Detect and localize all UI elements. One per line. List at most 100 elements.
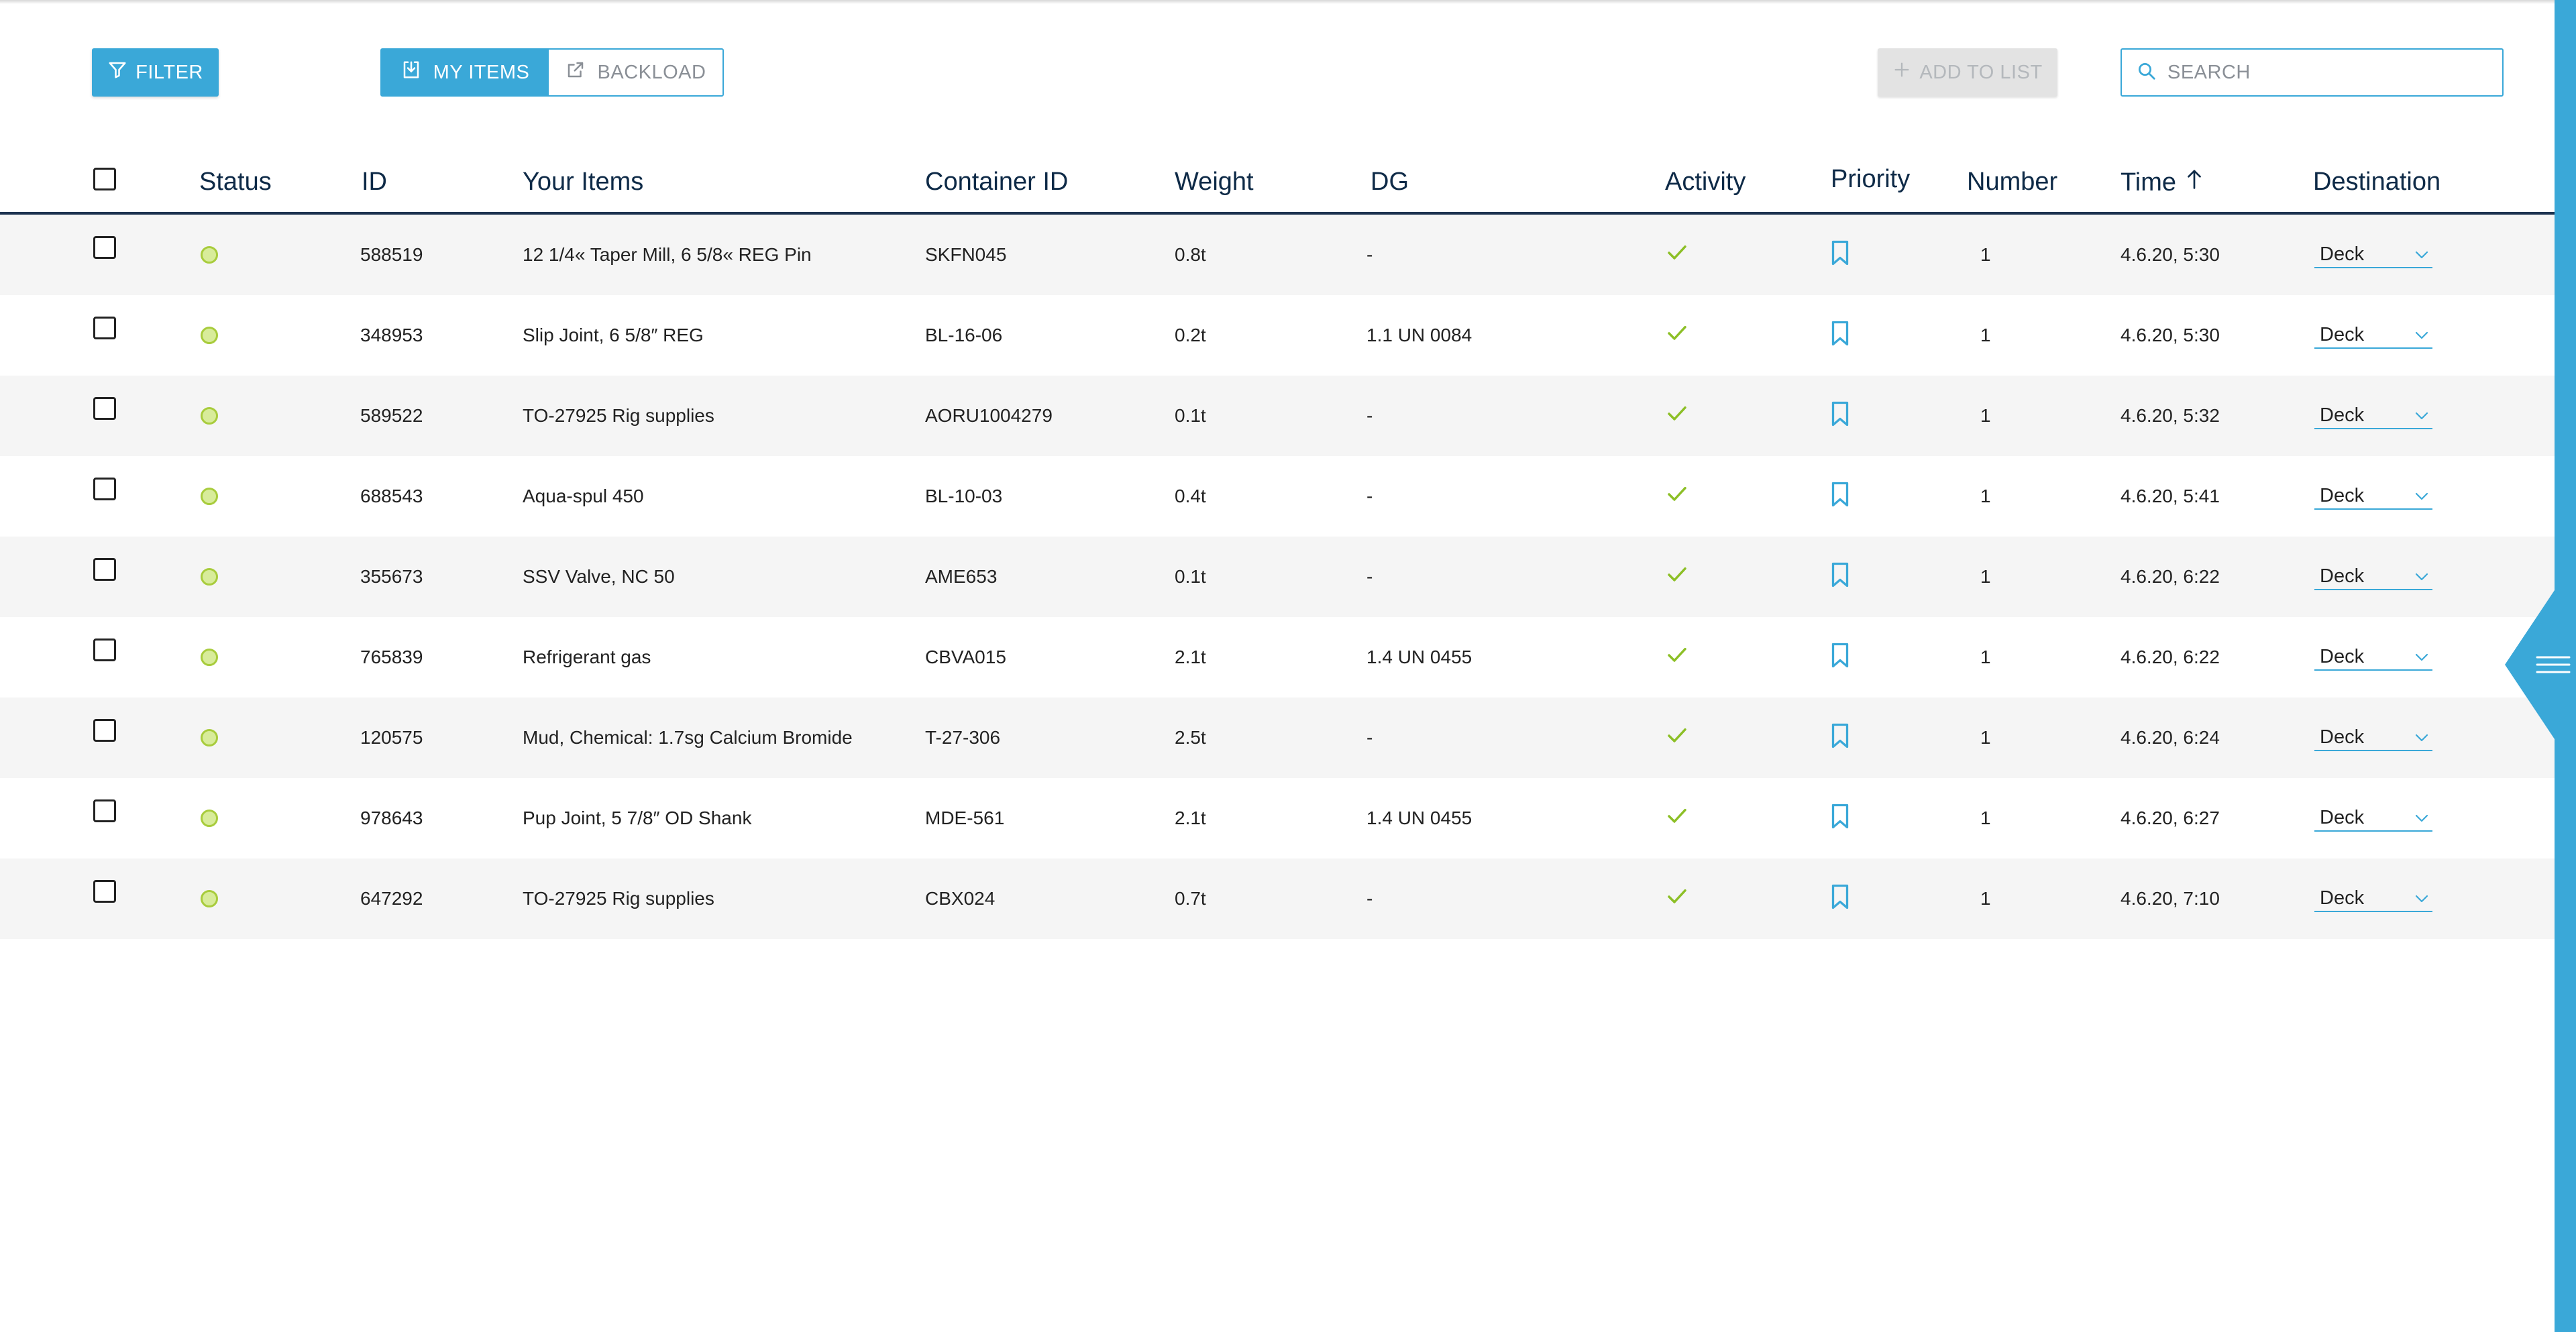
bookmark-icon[interactable] — [1830, 561, 1850, 593]
row-checkbox[interactable] — [93, 478, 116, 500]
bookmark-icon[interactable] — [1830, 239, 1850, 271]
destination-select[interactable]: Deck — [2314, 724, 2432, 751]
destination-select[interactable]: Deck — [2314, 483, 2432, 510]
cell-dg: - — [1366, 727, 1373, 748]
cell-item-name: Slip Joint, 6 5/8″ REG — [523, 325, 704, 345]
bookmark-icon[interactable] — [1830, 481, 1850, 512]
cell-destination: Deck — [2314, 858, 2432, 939]
search-input[interactable] — [2166, 60, 2491, 85]
cell-activity — [1666, 778, 1688, 858]
table-row[interactable]: 765839 Refrigerant gas CBVA015 2.1t 1.4 UN 0… — [0, 617, 2555, 698]
cell-number: 1 — [1980, 325, 1991, 345]
row-checkbox[interactable] — [93, 558, 116, 581]
my-items-tab[interactable]: MY ITEMS — [382, 50, 549, 95]
row-checkbox[interactable] — [93, 799, 116, 822]
column-header-weight[interactable]: Weight — [1175, 168, 1254, 197]
table-row[interactable]: 647292 TO-27925 Rig supplies CBX024 0.7t - 1 4… — [0, 858, 2555, 939]
cell-activity — [1666, 858, 1688, 939]
table-row[interactable]: 589522 TO-27925 Rig supplies AORU1004279 0.… — [0, 376, 2555, 456]
table-row[interactable]: 688543 Aqua-spul 450 BL-10-03 0.4t - 1 4.6.20,… — [0, 456, 2555, 537]
cell-dg: 1.4 UN 0455 — [1366, 647, 1472, 667]
row-checkbox[interactable] — [93, 317, 116, 339]
table-row[interactable]: 978643 Pup Joint, 5 7/8″ OD Shank MDE-561 2… — [0, 778, 2555, 858]
row-checkbox[interactable] — [93, 880, 116, 903]
cell-priority[interactable] — [1830, 617, 1850, 698]
column-header-destination[interactable]: Destination — [2313, 168, 2440, 197]
cell-number: 1 — [1980, 486, 1991, 506]
chevron-down-icon — [2414, 646, 2430, 668]
column-header-container[interactable]: Container ID — [925, 168, 1068, 197]
cell-priority[interactable] — [1830, 456, 1850, 537]
backload-tab[interactable]: BACKLOAD — [549, 50, 722, 95]
row-checkbox[interactable] — [93, 236, 116, 259]
cell-priority[interactable] — [1830, 295, 1850, 376]
bookmark-icon[interactable] — [1830, 803, 1850, 834]
status-indicator — [201, 488, 218, 505]
table-header: Status ID Your Items Container ID Weight… — [0, 156, 2555, 215]
bookmark-icon[interactable] — [1830, 400, 1850, 432]
cell-priority[interactable] — [1830, 376, 1850, 456]
column-header-priority[interactable]: Priority — [1831, 165, 1910, 194]
cell-activity — [1666, 295, 1688, 376]
destination-value: Deck — [2320, 323, 2365, 345]
destination-select[interactable]: Deck — [2314, 644, 2432, 671]
bookmark-icon[interactable] — [1830, 320, 1850, 351]
column-header-id[interactable]: ID — [362, 168, 387, 197]
cell-number: 1 — [1980, 888, 1991, 909]
row-checkbox[interactable] — [93, 639, 116, 661]
bookmark-icon[interactable] — [1830, 642, 1850, 673]
chevron-down-icon — [2414, 485, 2430, 507]
column-header-number[interactable]: Number — [1967, 168, 2057, 197]
add-to-list-button[interactable]: ADD TO LIST — [1878, 48, 2057, 97]
table-row[interactable]: 348953 Slip Joint, 6 5/8″ REG BL-16-06 0.2t… — [0, 295, 2555, 376]
table-row[interactable]: 120575 Mud, Chemical: 1.7sg Calcium Bromi… — [0, 698, 2555, 778]
cell-priority[interactable] — [1830, 537, 1850, 617]
cell-container-id: AORU1004279 — [925, 405, 1053, 426]
checkmark-icon — [1666, 887, 1688, 911]
destination-value: Deck — [2320, 484, 2365, 506]
table-row[interactable]: 588519 12 1/4« Taper Mill, 6 5/8« REG Pin… — [0, 215, 2555, 295]
select-all-checkbox[interactable] — [93, 168, 116, 190]
table-row[interactable]: 355673 SSV Valve, NC 50 AME653 0.1t - 1 4.6.20… — [0, 537, 2555, 617]
cell-item-name: 12 1/4« Taper Mill, 6 5/8« REG Pin — [523, 244, 812, 265]
cell-destination: Deck — [2314, 215, 2432, 295]
column-header-activity[interactable]: Activity — [1665, 168, 1746, 197]
destination-select[interactable]: Deck — [2314, 805, 2432, 832]
cell-activity — [1666, 456, 1688, 537]
external-link-icon — [566, 60, 586, 85]
destination-select[interactable]: Deck — [2314, 563, 2432, 590]
cell-container-id: BL-16-06 — [925, 325, 1003, 345]
view-toggle: MY ITEMS BACKLOAD — [380, 48, 724, 97]
column-header-label: Number — [1967, 168, 2058, 196]
column-header-items[interactable]: Your Items — [523, 168, 643, 197]
cell-time: 4.6.20, 7:10 — [2121, 888, 2220, 909]
filter-button[interactable]: FILTER — [92, 48, 219, 97]
destination-select[interactable]: Deck — [2314, 322, 2432, 349]
bookmark-icon[interactable] — [1830, 883, 1850, 915]
destination-select[interactable]: Deck — [2314, 241, 2432, 268]
cell-priority[interactable] — [1830, 215, 1850, 295]
cell-id: 688543 — [360, 486, 423, 506]
column-header-label: Time — [2121, 168, 2177, 197]
cell-activity — [1666, 617, 1688, 698]
row-checkbox[interactable] — [93, 719, 116, 742]
column-header-label: Activity — [1665, 168, 1746, 196]
destination-select[interactable]: Deck — [2314, 402, 2432, 429]
status-indicator — [201, 407, 218, 425]
cell-status — [201, 858, 218, 939]
cell-container-id: T-27-306 — [925, 727, 1001, 748]
cell-container-id: BL-10-03 — [925, 486, 1003, 506]
side-menu-toggle[interactable] — [2505, 590, 2576, 739]
download-tray-icon — [401, 60, 421, 85]
cell-priority[interactable] — [1830, 698, 1850, 778]
destination-value: Deck — [2320, 887, 2365, 909]
cell-number: 1 — [1980, 727, 1991, 748]
row-checkbox[interactable] — [93, 397, 116, 420]
cell-priority[interactable] — [1830, 858, 1850, 939]
destination-select[interactable]: Deck — [2314, 885, 2432, 912]
bookmark-icon[interactable] — [1830, 722, 1850, 754]
column-header-status[interactable]: Status — [199, 168, 272, 197]
cell-priority[interactable] — [1830, 778, 1850, 858]
column-header-dg[interactable]: DG — [1371, 168, 1409, 197]
column-header-time[interactable]: Time — [2121, 168, 2204, 197]
